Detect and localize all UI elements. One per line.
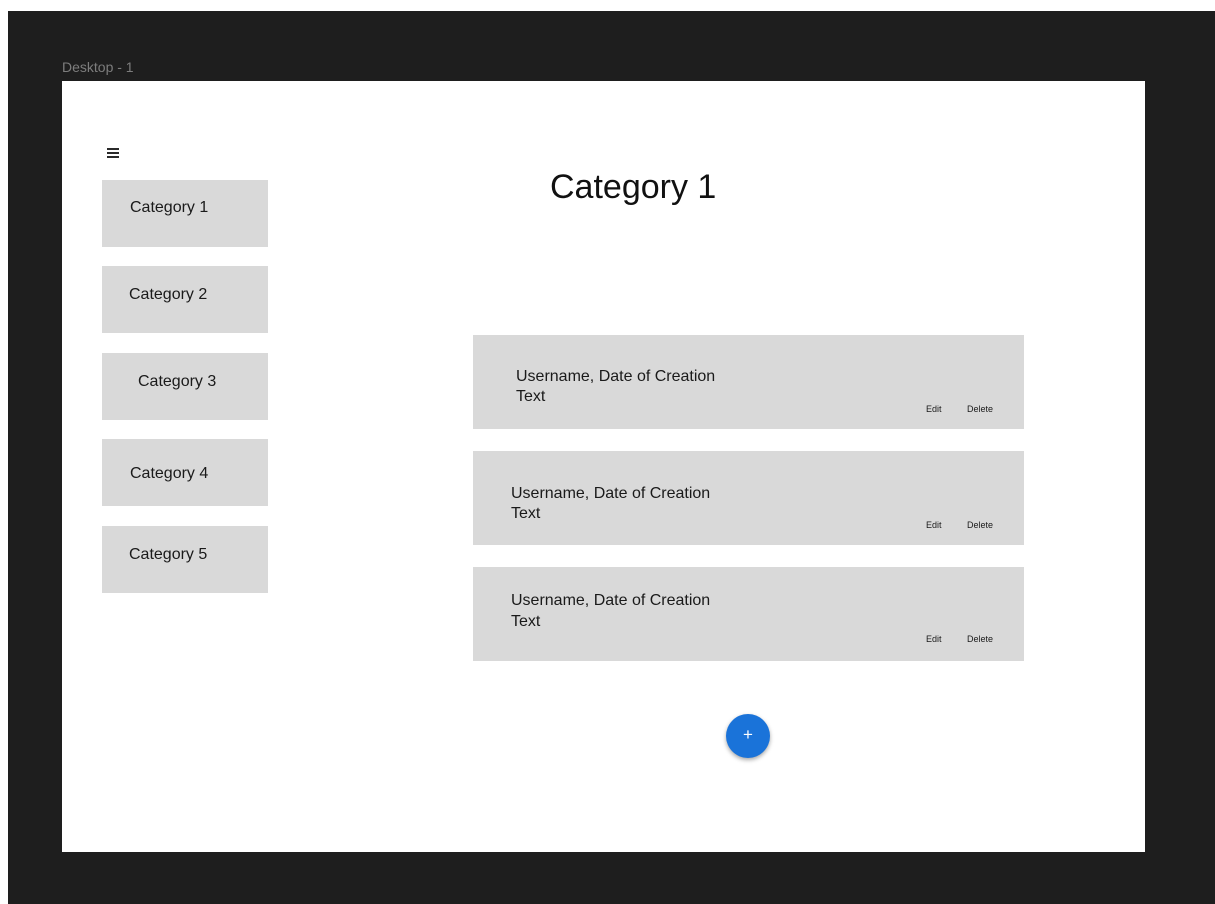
edit-button[interactable]: Edit — [926, 634, 942, 645]
sidebar-item-label: Category 5 — [129, 546, 208, 563]
sidebar-item-label: Category 4 — [130, 465, 209, 482]
menu-line — [107, 148, 119, 150]
desktop-frame: Category 1 Category 2 Category 3 Categor… — [62, 81, 1145, 852]
plus-icon: + — [743, 725, 753, 744]
post-author-date: Username, Date of Creation — [516, 368, 716, 385]
menu-line — [107, 152, 119, 154]
sidebar-item-label: Category 2 — [129, 286, 208, 303]
frame-label[interactable]: Desktop - 1 — [62, 58, 134, 76]
post-text: Text — [511, 613, 541, 630]
menu-line — [107, 156, 119, 158]
add-post-button[interactable]: + — [726, 714, 770, 758]
delete-button[interactable]: Delete — [967, 634, 993, 645]
delete-button[interactable]: Delete — [967, 520, 993, 531]
post-card: Username, Date of Creation Text Edit Del… — [473, 335, 1024, 429]
sidebar-item-label: Category 3 — [138, 373, 217, 390]
edit-button[interactable]: Edit — [926, 520, 942, 531]
sidebar-item-category-3[interactable]: Category 3 — [102, 353, 268, 420]
delete-button[interactable]: Delete — [967, 404, 993, 415]
post-text: Text — [511, 505, 541, 522]
post-author-date: Username, Date of Creation — [511, 485, 711, 502]
sidebar-item-category-2[interactable]: Category 2 — [102, 266, 268, 333]
post-text: Text — [516, 388, 546, 405]
sidebar-item-category-5[interactable]: Category 5 — [102, 526, 268, 593]
post-card: Username, Date of Creation Text Edit Del… — [473, 567, 1024, 661]
hamburger-menu-icon[interactable] — [107, 148, 119, 158]
page-title: Category 1 — [550, 168, 717, 206]
sidebar-item-category-4[interactable]: Category 4 — [102, 439, 268, 506]
sidebar-item-category-1[interactable]: Category 1 — [102, 180, 268, 247]
post-card: Username, Date of Creation Text Edit Del… — [473, 451, 1024, 545]
edit-button[interactable]: Edit — [926, 404, 942, 415]
sidebar-item-label: Category 1 — [130, 199, 209, 216]
post-author-date: Username, Date of Creation — [511, 592, 711, 609]
